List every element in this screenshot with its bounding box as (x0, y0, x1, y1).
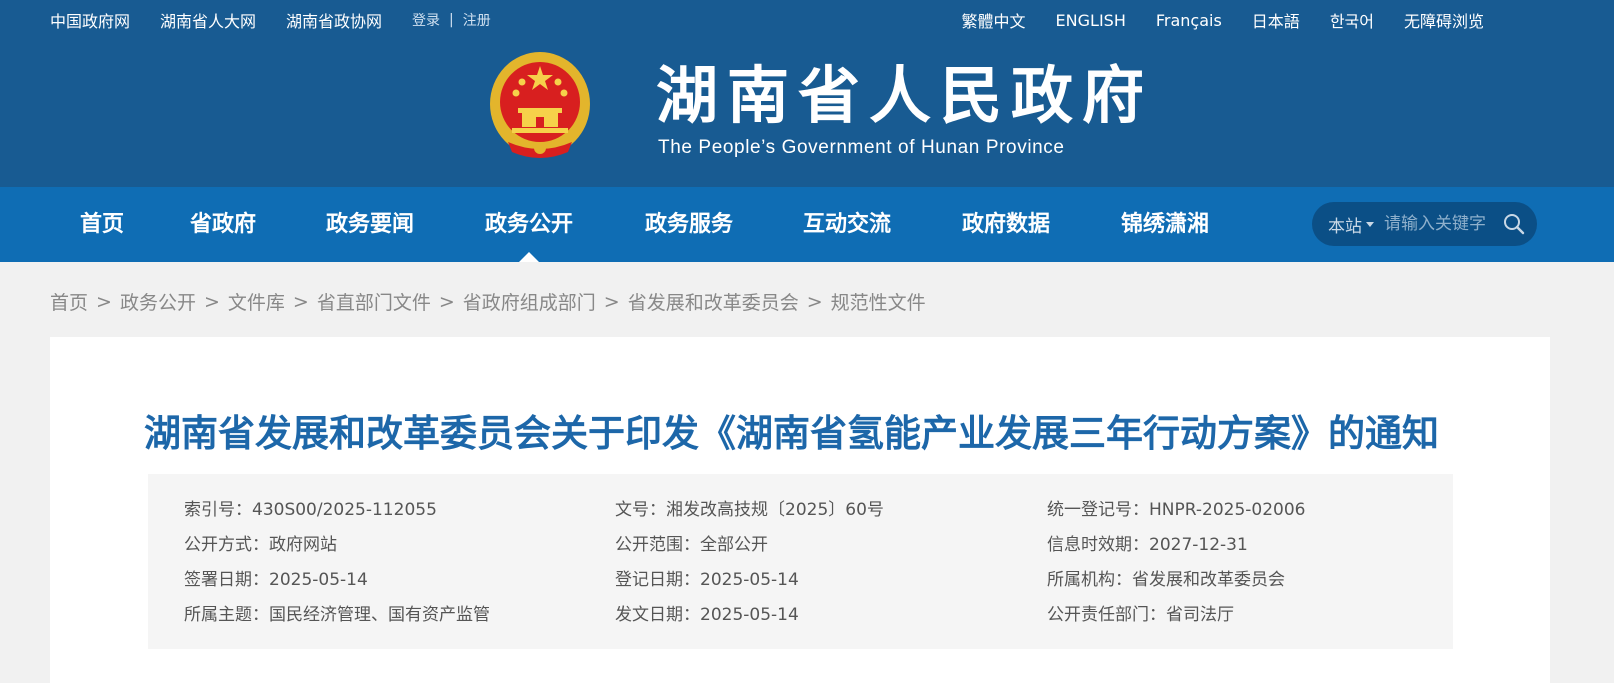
meta-responsible-department: 公开责任部门：省司法厅 (1047, 605, 1234, 625)
national-emblem-icon (490, 52, 590, 158)
breadcrumb-home[interactable]: 首页 (50, 288, 88, 315)
breadcrumb-normative-documents[interactable]: 规范性文件 (831, 288, 926, 315)
meta-registration-date: 登记日期：2025-05-14 (615, 570, 799, 590)
document-title: 湖南省发展和改革委员会关于印发《湖南省氢能产业发展三年行动方案》的通知 (144, 412, 1439, 455)
caret-down-icon (1366, 221, 1374, 227)
top-links-left: 中国政府网 湖南省人大网 湖南省政协网 登录 | 注册 (50, 8, 491, 32)
breadcrumb-separator: > (603, 290, 620, 313)
metadata-column-2: 文号：湘发改高技规〔2025〕60号 公开范围：全部公开 登记日期：2025-0… (615, 498, 884, 638)
nav-government-services[interactable]: 政务服务 (645, 187, 733, 262)
nav-jinxiu-xiaoxiang[interactable]: 锦绣潇湘 (1121, 187, 1209, 262)
breadcrumb-component-departments[interactable]: 省政府组成部门 (463, 288, 596, 315)
breadcrumb-document-library[interactable]: 文件库 (228, 288, 285, 315)
site-subtitle: The People’s Government of Hunan Provinc… (658, 137, 1065, 158)
breadcrumb-affairs-disclosure[interactable]: 政务公开 (120, 288, 196, 315)
document-card: 湖南省发展和改革委员会关于印发《湖南省氢能产业发展三年行动方案》的通知 索引号：… (50, 337, 1550, 683)
meta-disclosure-scope: 公开范围：全部公开 (615, 535, 768, 555)
breadcrumb-separator: > (292, 290, 309, 313)
search-scope-dropdown[interactable]: 本站 (1328, 212, 1384, 237)
nav-interaction[interactable]: 互动交流 (803, 187, 891, 262)
lang-japanese[interactable]: 日本語 (1252, 8, 1300, 32)
nav-home[interactable]: 首页 (80, 187, 124, 262)
link-hunan-npc[interactable]: 湖南省人大网 (160, 8, 256, 32)
breadcrumb-development-reform-commission[interactable]: 省发展和改革委员会 (628, 288, 799, 315)
meta-issuing-organization: 所属机构：省发展和改革委员会 (1047, 570, 1285, 590)
nav-provincial-government[interactable]: 省政府 (190, 187, 256, 262)
meta-index-number: 索引号：430S00/2025-112055 (184, 500, 437, 520)
breadcrumb-department-documents[interactable]: 省直部门文件 (317, 288, 431, 315)
breadcrumb-separator: > (438, 290, 455, 313)
link-hunan-cppcc[interactable]: 湖南省政协网 (286, 8, 382, 32)
meta-unified-registration-number: 统一登记号：HNPR-2025-02006 (1047, 500, 1306, 520)
breadcrumb-separator: > (203, 290, 220, 313)
auth-separator: | (449, 12, 454, 28)
auth-links: 登录 | 注册 (412, 10, 491, 30)
breadcrumb-separator: > (806, 290, 823, 313)
breadcrumb-separator: > (96, 290, 112, 313)
search-input[interactable] (1384, 214, 1494, 234)
lang-english[interactable]: ENGLISH (1056, 11, 1126, 30)
nav-government-news[interactable]: 政务要闻 (326, 187, 414, 262)
main-nav: 首页 省政府 政务要闻 政务公开 政务服务 互动交流 政府数据 锦绣潇湘 本站 (0, 187, 1614, 262)
nav-government-affairs-disclosure[interactable]: 政务公开 (485, 187, 573, 262)
lang-traditional-chinese[interactable]: 繁體中文 (962, 8, 1026, 32)
register-link[interactable]: 注册 (463, 10, 491, 30)
meta-topic: 所属主题：国民经济管理、国有资产监管 (184, 605, 490, 625)
site-title: 湖南省人民政府 (656, 59, 1154, 132)
search-icon[interactable] (1502, 212, 1526, 236)
meta-signing-date: 签署日期：2025-05-14 (184, 570, 368, 590)
document-metadata: 索引号：430S00/2025-112055 公开方式：政府网站 签署日期：20… (148, 474, 1453, 649)
metadata-column-3: 统一登记号：HNPR-2025-02006 信息时效期：2027-12-31 所… (1047, 498, 1306, 638)
search-scope-label: 本站 (1328, 216, 1362, 237)
meta-document-number: 文号：湘发改高技规〔2025〕60号 (615, 500, 884, 520)
meta-validity-period: 信息时效期：2027-12-31 (1047, 535, 1248, 555)
accessibility-link[interactable]: 无障碍浏览 (1404, 8, 1484, 32)
breadcrumb: 首页 > 政务公开 > 文件库 > 省直部门文件 > 省政府组成部门 > 省发展… (50, 288, 926, 315)
login-link[interactable]: 登录 (412, 10, 440, 30)
nav-government-data[interactable]: 政府数据 (962, 187, 1050, 262)
metadata-column-1: 索引号：430S00/2025-112055 公开方式：政府网站 签署日期：20… (184, 498, 490, 638)
search-box: 本站 (1312, 202, 1537, 246)
meta-issue-date: 发文日期：2025-05-14 (615, 605, 799, 625)
lang-french[interactable]: Français (1156, 11, 1222, 30)
link-gov-cn[interactable]: 中国政府网 (50, 8, 130, 32)
language-links: 繁體中文 ENGLISH Français 日本語 한국어 无障碍浏览 (932, 8, 1484, 32)
site-header: 中国政府网 湖南省人大网 湖南省政协网 登录 | 注册 繁體中文 ENGLISH… (0, 0, 1614, 187)
meta-disclosure-method: 公开方式：政府网站 (184, 535, 337, 555)
lang-korean[interactable]: 한국어 (1330, 8, 1374, 32)
